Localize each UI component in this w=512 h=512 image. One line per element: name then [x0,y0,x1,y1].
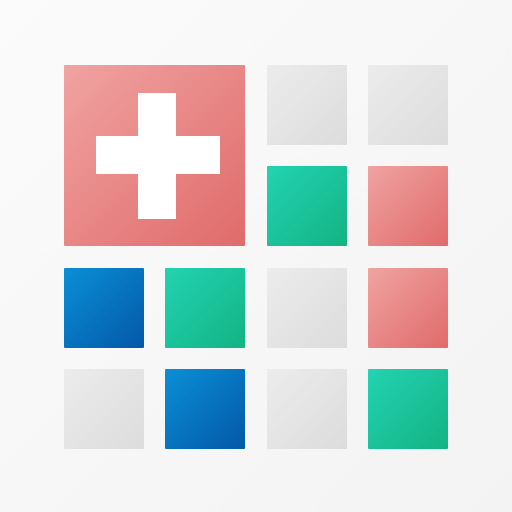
tile-gray [267,268,347,348]
tile-gray [64,369,144,449]
tile-red [368,166,448,246]
tile-gray [267,65,347,145]
cross-horizontal-bar [96,136,220,174]
cross-tile [64,65,245,246]
medical-cross-icon [64,65,245,246]
tile-teal [165,268,245,348]
app-icon-canvas [0,0,512,512]
tile-gray [368,65,448,145]
tile-teal [368,369,448,449]
tile-gray [267,369,347,449]
tile-red [368,268,448,348]
tile-blue [64,268,144,348]
tile-blue [165,369,245,449]
tile-teal [267,166,347,246]
